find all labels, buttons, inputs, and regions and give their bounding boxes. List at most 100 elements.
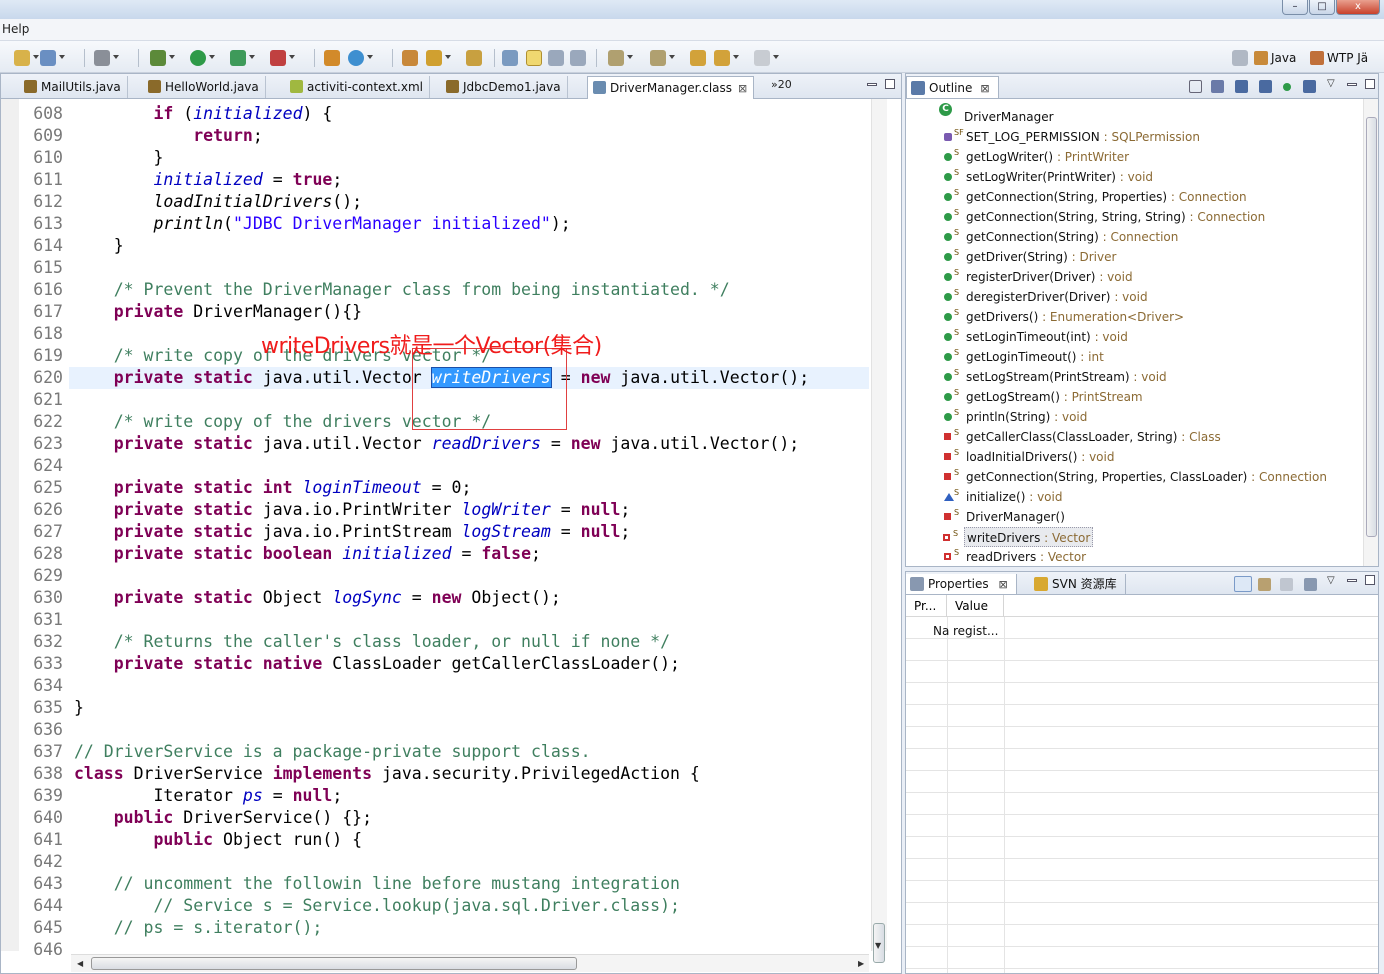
view-menu-icon[interactable]: ▽ [1327,575,1335,586]
scroll-right-icon[interactable]: ▶ [858,959,864,968]
tab-mailutils[interactable]: MailUtils.java [19,76,128,98]
forward-icon[interactable] [754,50,779,66]
outline-scroll-thumb[interactable] [1366,117,1377,537]
outline-item[interactable]: SreadDrivers : Vector [944,547,1086,566]
next-annotation-icon[interactable] [608,50,633,66]
outline-item[interactable]: SgetLogStream() : PrintStream [944,387,1143,407]
tab-helloworld[interactable]: HelloWorld.java [143,76,266,98]
perspective-java[interactable]: Java [1254,49,1296,67]
minimize-view-icon[interactable] [1347,579,1357,582]
xml-file-icon [290,80,303,93]
outline-item[interactable]: Sprintln(String) : void [944,407,1087,427]
hide-fields-icon[interactable] [1235,80,1248,93]
code-line: private static java.io.PrintWriter logWr… [113,500,631,519]
menu-help[interactable]: Help [2,22,29,36]
previous-annotation-icon[interactable] [650,50,675,66]
scroll-left-icon[interactable]: ◀ [77,959,83,968]
code-line: /* Prevent the DriverManager class from … [113,280,730,299]
outline-item[interactable]: SwriteDrivers : Vector [943,527,1094,547]
toolbar-separator [314,49,315,67]
outline-item[interactable]: SgetLoginTimeout() : int [944,347,1104,367]
back-icon[interactable] [714,50,739,66]
open-task-icon[interactable] [402,50,418,66]
code-area[interactable]: if (initialized) { return; } initialized… [69,99,869,951]
open-perspective-icon[interactable] [1232,50,1248,66]
sort-icon[interactable] [1211,80,1224,93]
outline-item-name: getLogWriter() [966,150,1054,164]
close-view-icon[interactable]: ⊠ [980,82,989,95]
new-wizard-icon[interactable] [14,50,39,66]
hide-local-types-icon[interactable] [1303,80,1316,93]
outline-root[interactable]: DriverManager [964,107,1054,127]
open-type-icon[interactable] [40,50,65,66]
outline-item[interactable]: SloadInitialDrivers() : void [944,447,1114,467]
close-button[interactable]: x [1336,0,1380,15]
collapse-all-icon[interactable] [1189,80,1202,93]
outline-item[interactable]: S DriverManager() [944,507,1065,527]
outline-item[interactable]: SregisterDriver(Driver) : void [944,267,1133,287]
show-advanced-icon[interactable] [1258,578,1271,591]
code-line: initialized = true; [153,170,343,189]
editor-vertical-scrollbar[interactable] [871,99,887,951]
type-separator: : [1025,490,1038,504]
search-icon[interactable] [426,50,451,66]
show-whitespace-icon[interactable] [570,50,586,66]
debug-icon[interactable] [150,50,175,66]
block-selection-icon[interactable] [548,50,564,66]
outline-item[interactable]: SgetConnection(String, Properties, Class… [944,467,1327,487]
new-java-project-icon[interactable] [324,50,340,66]
perspective-wtp[interactable]: WTP Jä [1310,49,1368,67]
mark-occurrences-icon[interactable] [526,50,542,66]
outline-item[interactable]: SF SET_LOG_PERMISSION : SQLPermission [944,127,1200,147]
hide-non-public-icon[interactable] [1283,83,1291,91]
tab-drivermanager[interactable]: DriverManager.class ⊠ [587,76,755,99]
property-value[interactable]: regist... [953,622,998,640]
outline-item[interactable]: SgetConnection(String, Properties) : Con… [944,187,1247,207]
outline-item[interactable]: SsetLogWriter(PrintWriter) : void [944,167,1153,187]
column-property[interactable]: Pr... [906,595,947,617]
last-edit-location-icon[interactable] [690,50,706,66]
tab-svn-repository[interactable]: SVN 资源库 [1030,574,1126,594]
hide-static-icon[interactable] [1259,80,1272,93]
tab-activiti-context[interactable]: activiti-context.xml [285,76,430,98]
external-tools-icon[interactable] [270,50,295,66]
view-menu-icon[interactable]: ▽ [1327,78,1335,89]
outline-item[interactable]: SgetCallerClass(ClassLoader, String) : C… [944,427,1221,447]
tab-properties[interactable]: Properties ⊠ [906,574,1017,594]
toggle-breadcrumb-icon[interactable] [502,50,518,66]
minimize-button[interactable]: – [1282,0,1308,15]
outline-item[interactable]: SgetConnection(String) : Connection [944,227,1178,247]
outline-item[interactable]: SsetLogStream(PrintStream) : void [944,367,1167,387]
close-tab-icon[interactable]: ⊠ [738,82,747,95]
restore-default-icon[interactable] [1280,578,1293,591]
outline-item[interactable]: SderegisterDriver(Driver) : void [944,287,1148,307]
outline-item[interactable]: SgetDriver(String) : Driver [944,247,1116,267]
outline-item[interactable]: SgetDrivers() : Enumeration<Driver> [944,307,1184,327]
coverage-icon[interactable] [230,50,255,66]
maximize-view-icon[interactable] [1365,79,1375,89]
outline-item[interactable]: SgetLogWriter() : PrintWriter [944,147,1129,167]
outline-item[interactable]: SsetLoginTimeout(int) : void [944,327,1128,347]
outline-item-name: readDrivers [966,550,1037,564]
tab-jdbcdemo1[interactable]: JdbcDemo1.java [441,76,568,98]
maximize-view-icon[interactable] [885,79,895,89]
close-view-icon[interactable]: ⊠ [998,578,1007,591]
column-value[interactable]: Value [947,595,1004,617]
terminal-icon[interactable] [94,50,119,66]
outline-scrollbar[interactable] [1363,99,1378,566]
outline-item[interactable]: SgetConnection(String, String, String) :… [944,207,1265,227]
maximize-button[interactable]: □ [1309,0,1335,15]
run-icon[interactable] [190,50,215,66]
show-categories-icon[interactable] [1234,576,1252,592]
maximize-view-icon[interactable] [1365,575,1375,585]
minimize-view-icon[interactable] [1347,83,1357,86]
open-folder-icon[interactable] [466,50,482,66]
pin-view-icon[interactable] [1304,578,1317,591]
scroll-down-icon[interactable]: ▼ [875,941,881,950]
outline-item[interactable]: Sinitialize() : void [944,487,1062,507]
new-class-icon[interactable] [348,50,373,66]
more-tabs-button[interactable]: »20 [771,78,792,91]
minimize-view-icon[interactable] [867,83,877,86]
tab-outline[interactable]: Outline ⊠ [906,76,999,98]
editor-horizontal-scroll-thumb[interactable] [91,957,577,970]
